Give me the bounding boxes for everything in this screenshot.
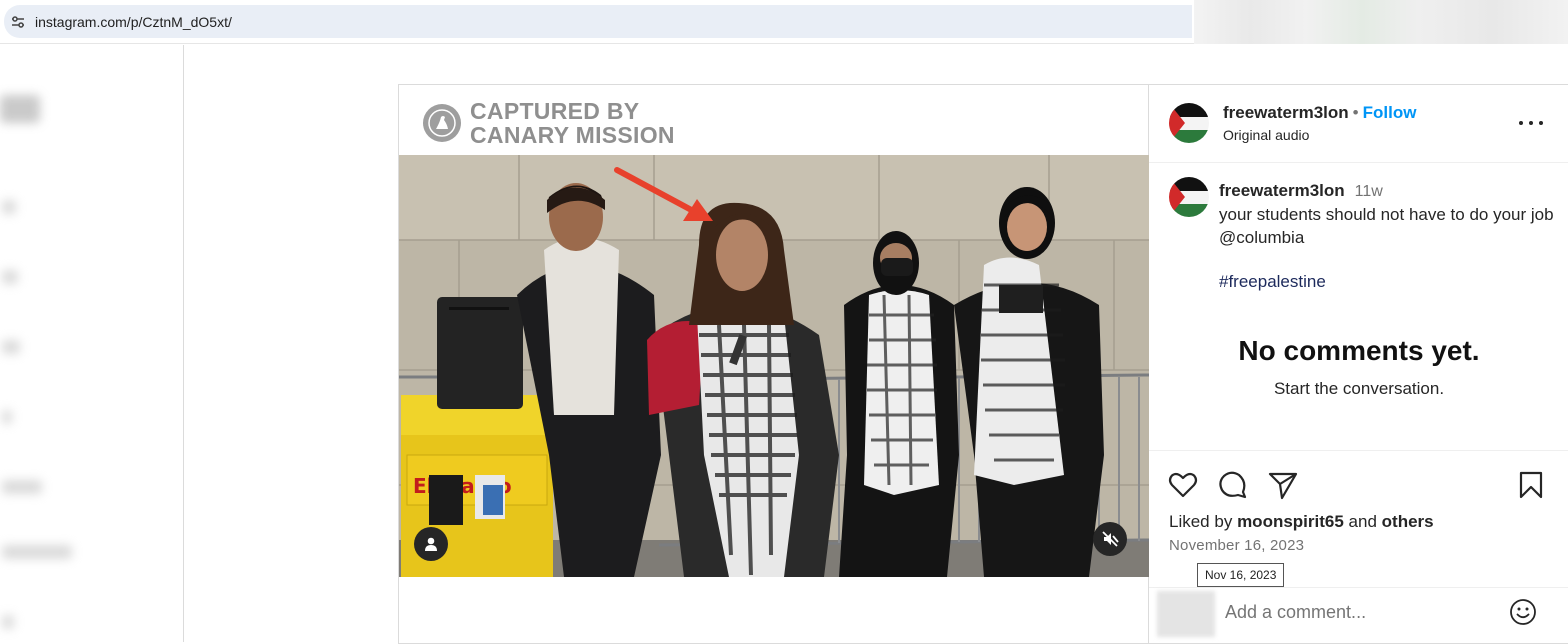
caption-text: your students should not have to do your… (1219, 205, 1554, 247)
caption-username[interactable]: freewaterm3lon (1219, 181, 1345, 200)
sidebar-item[interactable] (2, 410, 12, 424)
browser-toolbar: instagram.com/p/CztnM_dO5xt/ (0, 0, 1568, 44)
liked-by: Liked by moonspirit65 and others (1169, 512, 1434, 532)
sidebar-logo[interactable] (0, 95, 40, 123)
sidebar-item[interactable] (2, 200, 16, 214)
site-settings-icon[interactable] (11, 15, 25, 29)
empty-comments-title: No comments yet. (1238, 335, 1480, 366)
comment-input[interactable] (1225, 602, 1505, 623)
audio-label[interactable]: Original audio (1223, 127, 1309, 143)
liked-by-and: and (1348, 512, 1377, 531)
post-date[interactable]: November 16, 2023 (1169, 537, 1304, 554)
post-side-panel: freewaterm3lon • Follow Original audio fre… (1149, 85, 1568, 643)
liked-by-others-link[interactable]: others (1382, 512, 1434, 531)
sidebar-nav (0, 45, 184, 642)
watermark: CAPTURED BY CANARY MISSION (423, 99, 675, 147)
heart-icon[interactable] (1167, 469, 1199, 501)
liked-by-user-link[interactable]: moonspirit65 (1237, 512, 1344, 531)
empty-comments: No comments yet. Start the conversation. (1149, 335, 1568, 399)
sidebar-item[interactable] (2, 270, 18, 284)
follow-button[interactable]: Follow (1363, 103, 1417, 122)
comment-composer (1149, 587, 1568, 644)
browser-extensions-area (1194, 0, 1568, 44)
address-bar[interactable]: instagram.com/p/CztnM_dO5xt/ (4, 5, 1192, 38)
hashtag-link[interactable]: #freepalestine (1219, 270, 1559, 293)
sidebar-item[interactable] (2, 615, 14, 629)
post-author-username[interactable]: freewaterm3lon (1223, 103, 1349, 122)
mute-toggle-button[interactable] (1093, 522, 1127, 556)
canary-logo-icon (423, 104, 461, 142)
emoji-icon[interactable] (1509, 598, 1537, 626)
empty-comments-subtitle: Start the conversation. (1273, 379, 1445, 398)
commenter-avatar (1157, 591, 1215, 637)
sidebar-item[interactable] (2, 340, 20, 354)
watermark-line-2: CANARY MISSION (470, 122, 675, 148)
video-frame: El E alito (399, 155, 1149, 577)
share-icon[interactable] (1267, 469, 1299, 501)
bookmark-icon[interactable] (1515, 469, 1547, 501)
separator-dot: • (1352, 103, 1359, 122)
user-tag-button[interactable] (414, 527, 448, 561)
post-dialog: CAPTURED BY CANARY MISSION El freewaterm… (398, 84, 1568, 644)
post-time-ago[interactable]: 11w (1355, 183, 1383, 200)
comment-icon[interactable] (1217, 469, 1249, 501)
liked-by-prefix: Liked by (1169, 512, 1233, 531)
url-text[interactable]: instagram.com/p/CztnM_dO5xt/ (35, 14, 232, 30)
caption-avatar[interactable] (1169, 177, 1209, 217)
date-tooltip: Nov 16, 2023 (1197, 563, 1285, 587)
watermark-line-1: CAPTURED BY (470, 98, 640, 124)
more-options-icon[interactable] (1519, 113, 1543, 133)
post-media: CAPTURED BY CANARY MISSION El (399, 85, 1149, 643)
post-header: freewaterm3lon • Follow Original audio (1149, 85, 1568, 163)
video-player[interactable]: El E alito (399, 155, 1149, 577)
sidebar-item[interactable] (2, 480, 42, 494)
user-tag-icon (425, 537, 437, 551)
muted-audio-icon (1102, 531, 1119, 547)
post-actions: Liked by moonspirit65 and others Novembe… (1149, 450, 1568, 643)
avatar[interactable] (1169, 103, 1209, 143)
sidebar-item[interactable] (2, 545, 72, 559)
